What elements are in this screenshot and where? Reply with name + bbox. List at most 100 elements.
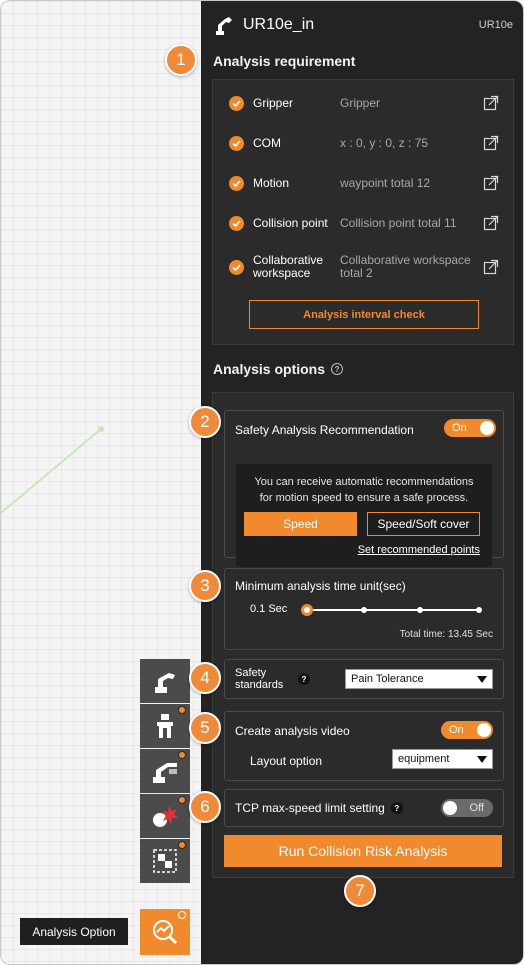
analysis-option-icon xyxy=(153,920,178,945)
set-recommended-points-link[interactable]: Set recommended points xyxy=(358,544,480,556)
description-line: You can receive automatic recommendation… xyxy=(254,476,474,488)
recommendation-description: You can receive automatic recommendation… xyxy=(236,474,492,506)
check-icon xyxy=(229,135,244,151)
layout-option-label: Layout option xyxy=(250,754,323,768)
requirement-label: COM xyxy=(253,135,281,150)
tooltip-analysis-option: Analysis Option xyxy=(20,918,128,945)
tool-workspace[interactable] xyxy=(140,839,190,883)
requirement-row-collaborative-workspace: Collaborative workspace Collaborative wo… xyxy=(213,251,513,283)
tcp-limit-label: TCP max-speed limit setting xyxy=(235,801,385,815)
description-line: for motion speed to ensure a safe proces… xyxy=(259,492,469,504)
requirement-value: Collision point total 11 xyxy=(340,215,457,230)
callout-badge: 6 xyxy=(189,791,221,823)
workspace-icon xyxy=(153,849,177,873)
check-icon xyxy=(229,215,244,231)
edit-icon[interactable] xyxy=(483,259,499,275)
callout-badge: 7 xyxy=(344,875,376,907)
time-unit-slider-track[interactable] xyxy=(305,609,480,611)
callout-badge: 1 xyxy=(165,44,197,76)
analysis-video-card: Create analysis video On Layout option e… xyxy=(224,711,504,781)
requirement-row-com: COM x : 0, y : 0, z : 75 xyxy=(213,127,513,159)
requirement-value: x : 0, y : 0, z : 75 xyxy=(340,135,429,150)
question-circle-icon[interactable]: ? xyxy=(390,802,403,814)
robot-model: UR10e xyxy=(478,19,513,31)
total-time: Total time: 13.45 Sec xyxy=(399,629,493,640)
requirement-value: Gripper xyxy=(340,95,381,110)
robot-pose-icon xyxy=(153,763,177,783)
question-circle-icon[interactable]: ? xyxy=(298,673,310,685)
callout-badge: 5 xyxy=(189,712,221,744)
check-icon xyxy=(229,259,244,275)
requirement-row-gripper: Gripper Gripper xyxy=(213,87,513,119)
analysis-video-toggle[interactable]: On xyxy=(441,721,493,739)
tool-gripper[interactable] xyxy=(140,704,190,748)
callout-badge: 4 xyxy=(189,662,221,694)
edit-icon[interactable] xyxy=(483,175,499,191)
slider-stop[interactable] xyxy=(361,607,367,613)
safety-recommendation-title: Safety Analysis Recommendation xyxy=(235,423,414,437)
section-title-analysis-options: Analysis options ? xyxy=(213,361,344,377)
notification-dot xyxy=(178,796,186,804)
label-line: standards xyxy=(235,679,284,691)
3d-viewport[interactable]: Analysis Option xyxy=(1,1,201,964)
chevron-down-icon xyxy=(477,676,487,683)
safety-recommendation-card: Safety Analysis Recommendation On You ca… xyxy=(224,410,504,567)
edit-icon[interactable] xyxy=(483,135,499,151)
time-unit-slider-thumb[interactable] xyxy=(301,604,313,616)
edit-icon[interactable] xyxy=(483,95,499,111)
requirement-label: Collision point xyxy=(253,215,328,230)
callout-badge: 3 xyxy=(189,570,221,602)
toggle-knob xyxy=(480,421,494,435)
edit-icon[interactable] xyxy=(483,215,499,231)
analysis-interval-check-button[interactable]: Analysis interval check xyxy=(249,300,479,329)
check-icon xyxy=(229,175,244,191)
robot-arm-icon xyxy=(216,17,232,35)
toggle-label: Off xyxy=(469,802,484,814)
tool-collision-point[interactable] xyxy=(140,794,190,838)
safety-standards-label: Safety standards xyxy=(235,667,283,691)
notification-dot xyxy=(178,706,186,714)
analysis-panel: UR10e_in UR10e Analysis requirement Grip… xyxy=(201,1,523,964)
layout-option-select[interactable]: equipment xyxy=(392,749,493,769)
speed-soft-cover-button[interactable]: Speed/Soft cover xyxy=(367,512,480,536)
tool-robot-arm[interactable] xyxy=(140,659,190,703)
time-unit-title: Minimum analysis time unit(sec) xyxy=(235,579,406,593)
section-title-analysis-requirement: Analysis requirement xyxy=(213,53,356,69)
slider-stop[interactable] xyxy=(417,607,423,613)
analysis-requirement-box: Gripper Gripper COM x : 0, y : 0, z : 75… xyxy=(212,79,514,345)
speed-button[interactable]: Speed xyxy=(244,512,357,536)
select-value: equipment xyxy=(398,753,450,765)
tool-robot-pose[interactable] xyxy=(140,749,190,793)
requirement-row-collision-point: Collision point Collision point total 11 xyxy=(213,207,513,239)
toggle-label: On xyxy=(452,422,467,434)
app-window: Analysis Option UR10e_in UR10e Analysis … xyxy=(0,0,524,965)
tcp-limit-title: TCP max-speed limit setting ? xyxy=(235,801,403,815)
robot-name: UR10e_in xyxy=(243,16,315,33)
select-value: Pain Tolerance xyxy=(351,673,424,685)
tool-analysis-option[interactable] xyxy=(140,909,190,955)
callout-badge: 2 xyxy=(189,406,221,438)
safety-standards-select[interactable]: Pain Tolerance xyxy=(345,669,493,689)
tcp-limit-card: TCP max-speed limit setting ? Off xyxy=(224,789,504,827)
toggle-label: On xyxy=(449,724,464,736)
safety-standards-card: Safety standards ? Pain Tolerance xyxy=(224,659,504,699)
notification-dot xyxy=(178,841,186,849)
analysis-video-title: Create analysis video xyxy=(235,724,350,738)
notification-dot xyxy=(178,911,186,919)
requirement-label: Gripper xyxy=(253,95,294,110)
question-circle-icon[interactable]: ? xyxy=(331,363,344,375)
requirement-label: Collaborative workspace xyxy=(253,253,324,280)
panel-header: UR10e_in UR10e xyxy=(211,11,515,39)
tcp-limit-toggle[interactable]: Off xyxy=(441,799,493,817)
collision-point-icon xyxy=(153,806,178,827)
requirement-value: waypoint total 12 xyxy=(340,175,431,190)
analysis-options-label: Analysis options xyxy=(213,361,326,377)
requirement-value: Collaborative workspace total 2 xyxy=(340,253,471,280)
toggle-knob xyxy=(443,801,457,815)
slider-stop[interactable] xyxy=(476,607,482,613)
safety-recommendation-toggle[interactable]: On xyxy=(444,419,496,437)
analysis-options-box: Safety Analysis Recommendation On You ca… xyxy=(212,392,514,878)
notification-dot xyxy=(178,751,186,759)
toggle-knob xyxy=(477,723,491,737)
run-collision-risk-analysis-button[interactable]: Run Collision Risk Analysis xyxy=(224,835,502,867)
